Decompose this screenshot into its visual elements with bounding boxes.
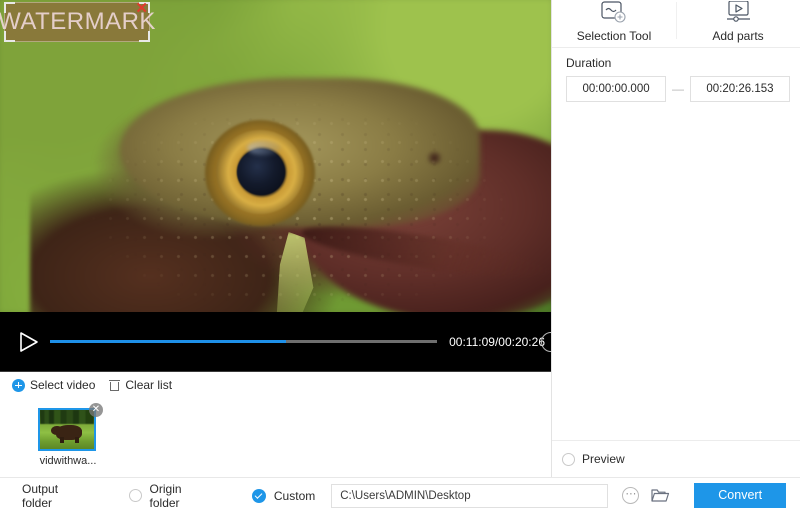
watermark-handle-top-left[interactable] [4,2,15,13]
seek-progress-fill [50,340,287,343]
selection-tool-button[interactable]: Selection Tool [552,0,676,47]
preview-toggle[interactable]: Preview [552,440,800,477]
open-folder-icon[interactable] [651,488,670,503]
duration-fields: 00:00:00.000 — 00:20:26.153 [566,76,790,102]
seek-bar[interactable] [50,332,438,352]
tools-row: Selection Tool Add parts [552,0,800,48]
video-frame-image [0,0,551,312]
duration-end-input[interactable]: 00:20:26.153 [689,76,790,102]
preview-radio-icon[interactable] [562,452,575,466]
duration-start-input[interactable]: 00:00:00.000 [566,76,667,102]
trash-icon [109,379,121,391]
thumbnail-bear-leg-front [60,437,64,443]
add-parts-label: Add parts [712,29,764,43]
watermark-handle-bottom-left[interactable] [4,31,15,42]
clear-list-button[interactable]: Clear list [109,378,172,392]
video-list-toolbar: Select video Clear list [0,372,551,398]
thumbnail-bear-leg-rear [75,437,79,443]
play-icon [20,331,38,352]
select-video-button[interactable]: Select video [12,378,95,392]
frog-eye-glint [247,141,281,155]
watermark-text: WATERMARK [0,8,156,35]
origin-folder-label: Origin folder [149,481,182,510]
plus-circle-icon [12,378,25,392]
more-options-icon[interactable]: ⋯ [622,487,640,504]
video-preview-stage[interactable]: WATERMARK ✕ [0,0,551,312]
watermark-close-icon[interactable]: ✕ [135,1,148,16]
time-display: 00:11:09/00:20:26 [449,334,545,349]
custom-folder-label: Custom [273,488,316,503]
frog-nostril [426,151,443,165]
duration-section: Duration 00:00:00.000 — 00:20:26.153 [552,48,800,102]
selection-tool-label: Selection Tool [576,29,652,43]
add-parts-icon [723,1,753,27]
origin-folder-option[interactable]: Origin folder [128,481,204,510]
play-button[interactable] [10,325,44,359]
seek-track[interactable] [50,340,438,343]
video-thumbnail[interactable] [38,408,96,451]
main-content-area: WATERMARK ✕ 00:11:09/00:20:26 Select vid… [0,0,800,477]
frog-eye-pupil [237,149,285,195]
watermark-selection-box[interactable]: WATERMARK ✕ [0,1,156,42]
clear-list-label: Clear list [125,378,173,392]
thumbnail-bear-head [51,426,62,435]
output-settings-bar: Output folder Origin folder Custom C:\Us… [0,477,800,513]
output-path-input[interactable]: C:\Users\ADMIN\Desktop [331,483,609,508]
video-watermark-remover-window: WATERMARK ✕ 00:11:09/00:20:26 Select vid… [0,0,800,513]
custom-folder-radio-checked-icon[interactable] [251,488,266,503]
tools-side-panel: Selection Tool Add parts Duration 00:00:… [551,0,800,477]
thumbnail-image [40,410,94,449]
video-filename-label: vidwithwa... [39,455,97,467]
watermark-handle-bottom-right[interactable] [139,31,150,42]
player-controls-bar: 00:11:09/00:20:26 [0,312,561,372]
custom-folder-option[interactable]: Custom [251,488,316,503]
output-folder-label: Output folder [22,481,59,510]
player-column: WATERMARK ✕ 00:11:09/00:20:26 Select vid… [0,0,561,477]
add-parts-button[interactable]: Add parts [676,0,800,47]
selection-tool-icon [599,1,629,27]
video-thumbnail-strip: ✕ vidwithwa... [0,398,551,477]
preview-label: Preview [582,452,625,466]
remove-video-icon[interactable]: ✕ [89,403,103,417]
duration-separator: — [672,82,684,96]
list-item[interactable]: ✕ vidwithwa... [38,403,103,467]
convert-button[interactable]: Convert [694,483,786,508]
origin-folder-radio-icon[interactable] [128,489,142,502]
duration-title: Duration [566,56,612,70]
select-video-label: Select video [30,378,96,392]
thumbnail-treeline [40,410,94,424]
